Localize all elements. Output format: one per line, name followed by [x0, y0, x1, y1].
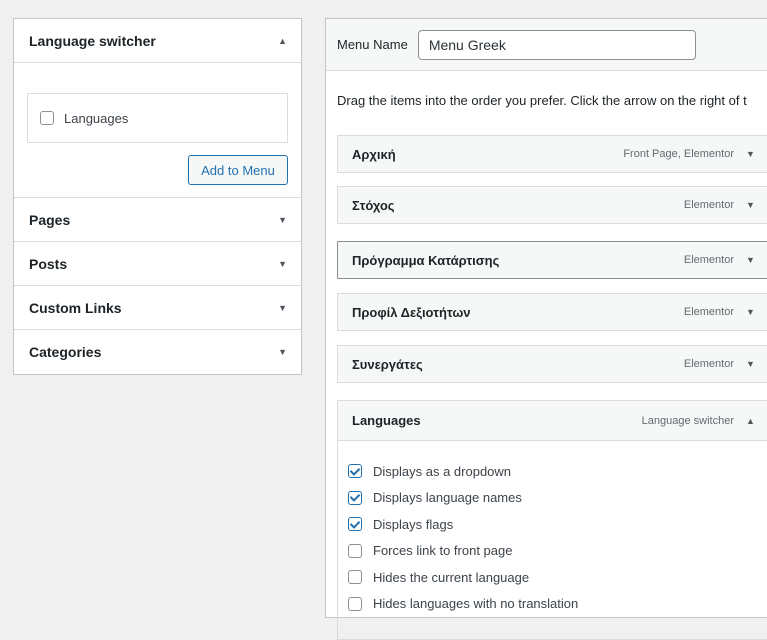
- triangle-up-icon[interactable]: ▲: [278, 36, 287, 46]
- option-hide-current[interactable]: Hides the current language: [348, 564, 767, 591]
- languages-checkbox-label[interactable]: Languages: [64, 111, 128, 126]
- option-force-front-page[interactable]: Forces link to front page: [348, 538, 767, 565]
- checkbox-icon[interactable]: [348, 543, 362, 558]
- triangle-down-icon[interactable]: ▼: [746, 200, 762, 210]
- section-title: Categories: [29, 344, 102, 360]
- menu-structure-panel: Menu Name Drag the items into the order …: [325, 18, 767, 640]
- triangle-down-icon[interactable]: ▼: [746, 255, 762, 265]
- checkbox-icon[interactable]: [348, 490, 362, 505]
- add-menu-items-panel: Language switcher ▲ Languages Add to Men…: [13, 18, 302, 375]
- menu-item-type: Front Page, Elementor: [623, 148, 734, 160]
- option-language-names[interactable]: Displays language names: [348, 485, 767, 512]
- checkbox-icon[interactable]: [348, 464, 362, 479]
- menu-item-title: Συνεργάτες: [352, 356, 423, 372]
- option-label[interactable]: Displays language names: [373, 490, 522, 505]
- option-label[interactable]: Displays flags: [373, 517, 453, 532]
- option-label[interactable]: Forces link to front page: [373, 543, 512, 558]
- languages-checkbox[interactable]: [40, 111, 54, 125]
- menu-item-arxiki[interactable]: Αρχική Front Page, Elementor ▼: [337, 135, 767, 173]
- option-hide-untranslated[interactable]: Hides languages with no translation: [348, 591, 767, 618]
- triangle-down-icon[interactable]: ▼: [278, 303, 287, 313]
- menu-name-label: Menu Name: [337, 37, 408, 52]
- menu-item-languages[interactable]: Languages Language switcher ▲: [337, 400, 767, 441]
- menu-item-title: Πρόγραμμα Κατάρτισης: [352, 252, 500, 268]
- language-switcher-section-body: Languages Add to Menu: [14, 63, 301, 198]
- section-title: Pages: [29, 211, 71, 228]
- menu-name-input[interactable]: [417, 29, 696, 60]
- menu-item-type: Elementor: [683, 254, 734, 266]
- categories-section-header[interactable]: Categories ▼: [14, 330, 301, 374]
- checkbox-icon[interactable]: [348, 517, 362, 532]
- menu-item-type: Language switcher: [641, 414, 734, 427]
- menu-item-programma-katartisis[interactable]: Πρόγραμμα Κατάρτισης Elementor ▼: [337, 241, 767, 279]
- posts-section-header[interactable]: Posts ▼: [14, 242, 301, 286]
- section-title: Posts: [29, 255, 68, 272]
- option-label[interactable]: Hides the current language: [373, 570, 529, 585]
- menu-item-type: Elementor: [683, 306, 734, 318]
- menu-item-type: Elementor: [683, 199, 734, 211]
- triangle-down-icon[interactable]: ▼: [278, 347, 287, 357]
- pages-section-header[interactable]: Pages ▼: [14, 198, 301, 242]
- menu-item-title: Languages: [352, 413, 421, 428]
- menu-name-bar: Menu Name: [326, 19, 767, 71]
- triangle-down-icon[interactable]: ▼: [278, 259, 287, 269]
- menu-item-title: Στόχος: [352, 197, 395, 213]
- menu-item-type: Elementor: [683, 358, 734, 370]
- option-label[interactable]: Hides languages with no translation: [373, 596, 578, 611]
- custom-links-section-header[interactable]: Custom Links ▼: [14, 286, 301, 330]
- drag-instructions: Drag the items into the order you prefer…: [337, 93, 747, 108]
- option-flags[interactable]: Displays flags: [348, 511, 767, 538]
- menu-item-synergates[interactable]: Συνεργάτες Elementor ▼: [337, 345, 767, 383]
- menu-item-title: Αρχική: [352, 146, 396, 162]
- menu-item-stoxos[interactable]: Στόχος Elementor ▼: [337, 186, 767, 224]
- triangle-down-icon[interactable]: ▼: [746, 307, 762, 317]
- language-switcher-section-header[interactable]: Language switcher ▲: [14, 19, 301, 63]
- section-title: Custom Links: [29, 299, 122, 316]
- menu-item-profil-deksiotiton[interactable]: Προφίλ Δεξιοτήτων Elementor ▼: [337, 293, 767, 331]
- checkbox-icon[interactable]: [348, 596, 362, 611]
- menu-item-title: Προφίλ Δεξιοτήτων: [352, 304, 471, 320]
- triangle-down-icon[interactable]: ▼: [278, 215, 287, 225]
- option-dropdown[interactable]: Displays as a dropdown: [348, 458, 767, 485]
- add-to-menu-button[interactable]: Add to Menu: [188, 155, 288, 185]
- language-switcher-settings: Displays as a dropdown Displays language…: [337, 440, 767, 640]
- checkbox-icon[interactable]: [348, 570, 362, 585]
- language-item-list: Languages: [27, 93, 288, 143]
- triangle-down-icon[interactable]: ▼: [746, 359, 762, 369]
- section-title: Language switcher: [29, 32, 156, 49]
- option-label[interactable]: Displays as a dropdown: [373, 464, 511, 479]
- triangle-up-icon[interactable]: ▲: [746, 416, 762, 426]
- triangle-down-icon[interactable]: ▼: [746, 149, 762, 159]
